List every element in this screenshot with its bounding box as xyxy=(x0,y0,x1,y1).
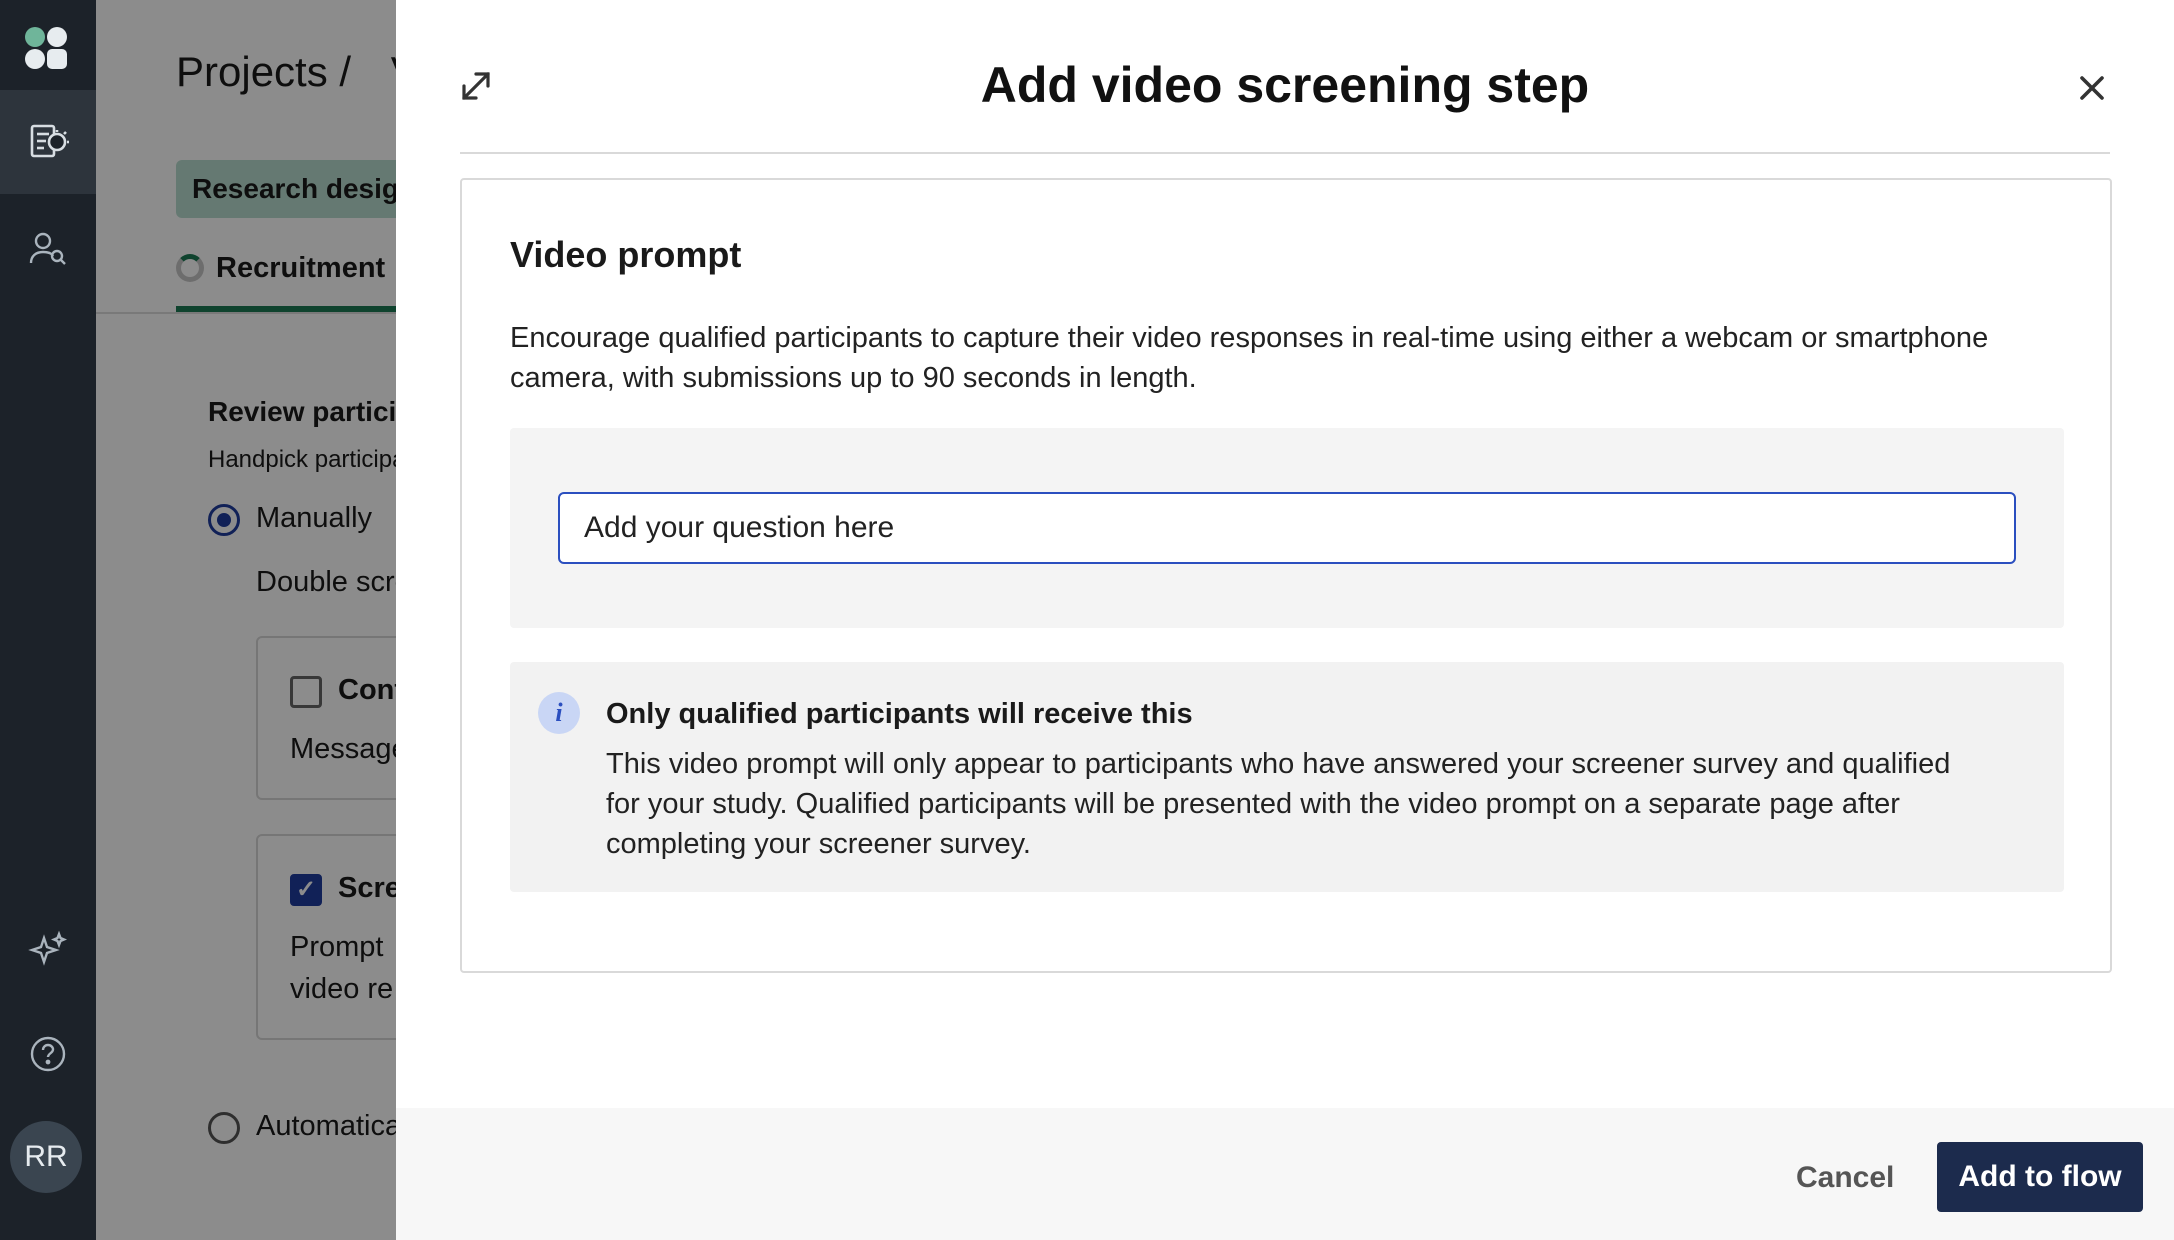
info-callout: i Only qualified participants will recei… xyxy=(510,662,2064,892)
modal-title: Add video screening step xyxy=(980,57,1590,113)
video-prompt-description: Encourage qualified participants to capt… xyxy=(510,322,1989,394)
question-container xyxy=(510,428,2064,628)
modal-backdrop[interactable] xyxy=(96,0,396,1240)
close-icon[interactable] xyxy=(2072,68,2112,108)
cancel-button[interactable]: Cancel xyxy=(1776,1144,1914,1212)
app-logo-icon[interactable] xyxy=(22,24,70,72)
info-callout-title: Only qualified participants will receive… xyxy=(606,698,1193,730)
sparkle-icon xyxy=(28,930,68,966)
info-icon: i xyxy=(538,692,580,734)
header-divider xyxy=(460,152,2110,154)
add-video-screening-drawer: Add video screening step Video prompt En… xyxy=(396,0,2174,1240)
question-input[interactable] xyxy=(558,492,2016,564)
info-callout-text: This video prompt will only appear to pa… xyxy=(606,748,1951,860)
user-avatar[interactable]: RR xyxy=(10,1121,82,1193)
help-icon xyxy=(30,1036,66,1072)
left-nav-rail: RR xyxy=(0,0,96,1240)
nav-item-participants[interactable] xyxy=(0,196,96,300)
video-prompt-title: Video prompt xyxy=(510,234,742,275)
studies-icon xyxy=(30,124,69,158)
nav-item-ai[interactable] xyxy=(0,898,96,1002)
modal-footer: Cancel Add to flow xyxy=(396,1108,2174,1240)
participants-icon xyxy=(29,232,66,265)
nav-item-help[interactable] xyxy=(0,1002,96,1106)
video-prompt-panel: Video prompt Encourage qualified partici… xyxy=(460,178,2112,973)
nav-item-studies[interactable] xyxy=(0,90,96,194)
add-to-flow-button[interactable]: Add to flow xyxy=(1937,1142,2143,1212)
